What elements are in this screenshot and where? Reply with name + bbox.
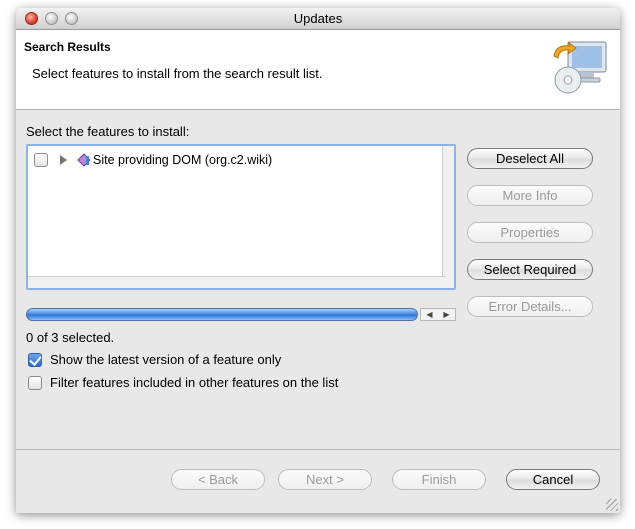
vertical-scrollbar[interactable] — [442, 146, 454, 288]
scroll-left-icon[interactable]: ◀ — [421, 309, 438, 320]
update-site-icon — [77, 153, 91, 167]
filter-included-option[interactable]: Filter features included in other featur… — [28, 375, 338, 390]
finish-button[interactable]: Finish — [392, 469, 486, 490]
window-title: Updates — [293, 11, 343, 26]
install-monitor-cd-icon — [553, 41, 607, 94]
filter-included-label: Filter features included in other featur… — [50, 375, 339, 390]
feature-checkbox[interactable] — [34, 153, 48, 167]
latest-version-option[interactable]: Show the latest version of a feature onl… — [28, 352, 281, 367]
latest-version-checkbox[interactable] — [28, 352, 42, 367]
page-title: Search Results — [24, 40, 111, 54]
filter-included-checkbox[interactable] — [28, 375, 42, 390]
footer-divider — [16, 449, 620, 450]
more-info-button[interactable]: More Info — [467, 185, 593, 206]
next-button[interactable]: Next > — [278, 469, 372, 490]
error-details-button[interactable]: Error Details... — [467, 296, 593, 317]
page-description: Select features to install from the sear… — [32, 66, 323, 81]
list-item[interactable]: Site providing DOM (org.c2.wiki) — [34, 151, 272, 169]
close-window-icon[interactable] — [25, 12, 38, 25]
title-bar[interactable]: Updates — [16, 8, 620, 30]
latest-version-label: Show the latest version of a feature onl… — [50, 352, 282, 367]
horizontal-scrollbar[interactable] — [28, 276, 446, 288]
scroll-arrows[interactable]: ◀ ▶ — [420, 308, 456, 321]
progress-bar — [26, 308, 418, 321]
resize-grip-icon[interactable] — [606, 499, 618, 511]
scroll-right-icon[interactable]: ▶ — [438, 309, 455, 320]
select-required-button[interactable]: Select Required — [467, 259, 593, 280]
feature-label: Site providing DOM (org.c2.wiki) — [93, 153, 273, 167]
features-label: Select the features to install: — [26, 124, 190, 139]
properties-button[interactable]: Properties — [467, 222, 593, 243]
cancel-button[interactable]: Cancel — [506, 469, 600, 490]
expand-triangle-icon[interactable] — [60, 155, 67, 165]
deselect-all-button[interactable]: Deselect All — [467, 148, 593, 169]
wizard-header: Search Results Select features to instal… — [16, 30, 620, 110]
minimize-window-icon[interactable] — [45, 12, 58, 25]
zoom-window-icon[interactable] — [65, 12, 78, 25]
updates-window: Updates Search Results Select features t… — [16, 8, 620, 513]
feature-tree[interactable]: Site providing DOM (org.c2.wiki) — [26, 144, 456, 290]
selected-count: 0 of 3 selected. — [26, 330, 115, 345]
back-button[interactable]: < Back — [171, 469, 265, 490]
